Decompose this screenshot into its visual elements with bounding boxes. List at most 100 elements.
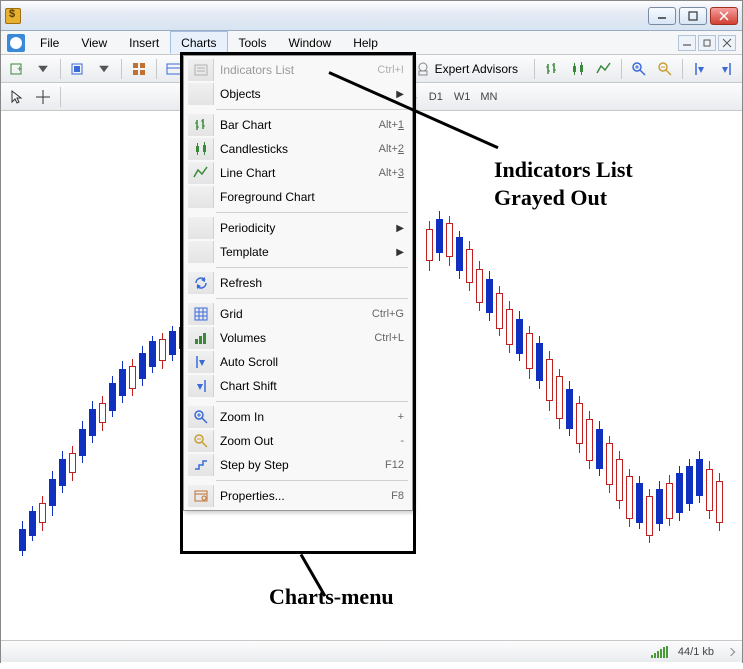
menu-charts[interactable]: Charts <box>170 31 227 54</box>
volumes-icon <box>188 327 214 349</box>
new-chart-button[interactable]: + <box>5 58 29 80</box>
menu-item-shortcut: F8 <box>391 490 404 502</box>
menu-item-label: Line Chart <box>220 166 379 180</box>
menu-item-label: Auto Scroll <box>220 355 404 369</box>
menu-item-auto-scroll[interactable]: Auto Scroll <box>186 350 410 374</box>
market-watch-button[interactable] <box>127 58 151 80</box>
bar-chart-icon <box>188 114 214 136</box>
candlesticks-button[interactable] <box>566 58 590 80</box>
menu-window[interactable]: Window <box>278 31 343 54</box>
menu-separator <box>216 480 408 481</box>
menu-item-shortcut: Ctrl+G <box>372 308 404 320</box>
menubar: FileViewInsertChartsToolsWindowHelp <box>1 31 742 55</box>
bar-chart-button[interactable] <box>540 58 564 80</box>
mdi-close-button[interactable] <box>718 35 736 51</box>
window-maximize-button[interactable] <box>679 7 707 25</box>
svg-text:+: + <box>17 64 22 74</box>
window-titlebar <box>1 1 742 31</box>
app-menu-icon[interactable] <box>7 34 25 52</box>
chartshift-button[interactable] <box>714 58 738 80</box>
menu-item-indicators-list: Indicators ListCtrl+I <box>186 58 410 82</box>
menu-separator <box>216 298 408 299</box>
menu-item-label: Zoom Out <box>220 434 400 448</box>
mdi-minimize-button[interactable] <box>678 35 696 51</box>
line-chart-button[interactable] <box>592 58 616 80</box>
submenu-arrow-icon: ▶ <box>396 223 404 234</box>
new-chart-dropdown[interactable] <box>31 58 55 80</box>
menu-item-candlesticks[interactable]: CandlesticksAlt+2 <box>186 137 410 161</box>
menu-item-label: Foreground Chart <box>220 190 404 204</box>
menu-file[interactable]: File <box>29 31 70 54</box>
crosshair-button[interactable] <box>31 86 55 108</box>
timeframe-mn[interactable]: MN <box>475 87 502 107</box>
menu-item-label: Candlesticks <box>220 142 379 156</box>
menu-tools[interactable]: Tools <box>228 31 278 54</box>
blank-icon <box>188 241 214 263</box>
menu-item-shortcut: Alt+2 <box>379 143 404 155</box>
zoom-in-button[interactable] <box>627 58 651 80</box>
refresh-icon <box>188 272 214 294</box>
timeframe-w1[interactable]: W1 <box>449 87 476 107</box>
zoom-out-button[interactable] <box>653 58 677 80</box>
window-close-button[interactable] <box>710 7 738 25</box>
candlesticks-icon <box>188 138 214 160</box>
menu-item-periodicity[interactable]: Periodicity ▶ <box>186 216 410 240</box>
menu-item-label: Volumes <box>220 331 374 345</box>
menu-separator <box>216 267 408 268</box>
zoom-in-icon <box>188 406 214 428</box>
menu-item-bar-chart[interactable]: Bar ChartAlt+1 <box>186 113 410 137</box>
blank-icon <box>188 83 214 105</box>
resize-grip-icon[interactable] <box>727 647 735 655</box>
submenu-arrow-icon: ▶ <box>396 89 404 100</box>
menu-item-zoom-in[interactable]: Zoom In+ <box>186 405 410 429</box>
timeframe-d1[interactable]: D1 <box>423 87 449 107</box>
menu-item-volumes[interactable]: VolumesCtrl+L <box>186 326 410 350</box>
app-icon <box>5 8 21 24</box>
menu-item-label: Periodicity <box>220 221 392 235</box>
menu-item-shortcut: Alt+3 <box>379 167 404 179</box>
menu-item-label: Objects <box>220 87 392 101</box>
statusbar: 44/1 kb <box>1 640 742 662</box>
window-minimize-button[interactable] <box>648 7 676 25</box>
menu-item-label: Bar Chart <box>220 118 379 132</box>
grid-icon <box>188 303 214 325</box>
menu-item-refresh[interactable]: Refresh <box>186 271 410 295</box>
blank-icon <box>188 217 214 239</box>
menu-item-label: Template <box>220 245 392 259</box>
menu-item-objects[interactable]: Objects ▶ <box>186 82 410 106</box>
menu-item-chart-shift[interactable]: Chart Shift <box>186 374 410 398</box>
menu-item-shortcut: Ctrl+I <box>377 64 404 76</box>
profiles-dropdown[interactable] <box>92 58 116 80</box>
menu-item-zoom-out[interactable]: Zoom Out- <box>186 429 410 453</box>
chartshift-icon <box>188 375 214 397</box>
menu-help[interactable]: Help <box>342 31 389 54</box>
menu-insert[interactable]: Insert <box>118 31 170 54</box>
menu-item-properties[interactable]: Properties...F8 <box>186 484 410 508</box>
mdi-restore-button[interactable] <box>698 35 716 51</box>
menu-item-line-chart[interactable]: Line ChartAlt+3 <box>186 161 410 185</box>
menu-item-label: Properties... <box>220 489 391 503</box>
line-chart-icon <box>188 162 214 184</box>
bandwidth-label: 44/1 kb <box>678 646 714 658</box>
menu-item-step-by-step[interactable]: Step by StepF12 <box>186 453 410 477</box>
autoscroll-icon <box>188 351 214 373</box>
expert-advisors-button[interactable]: Expert Advisors <box>408 58 529 80</box>
menu-item-template[interactable]: Template ▶ <box>186 240 410 264</box>
menu-item-foreground-chart[interactable]: Foreground Chart <box>186 185 410 209</box>
autoscroll-button[interactable] <box>688 58 712 80</box>
network-bars-icon <box>651 646 668 658</box>
cursor-button[interactable] <box>5 86 29 108</box>
menu-item-label: Refresh <box>220 276 404 290</box>
profiles-button[interactable] <box>66 58 90 80</box>
menu-view[interactable]: View <box>70 31 118 54</box>
menu-item-shortcut: - <box>400 435 404 447</box>
menu-item-shortcut: Ctrl+L <box>374 332 404 344</box>
menu-item-shortcut: F12 <box>385 459 404 471</box>
menu-item-label: Zoom In <box>220 410 398 424</box>
properties-icon <box>188 485 214 507</box>
menu-item-shortcut: + <box>398 411 404 423</box>
submenu-arrow-icon: ▶ <box>396 247 404 258</box>
zoom-out-icon <box>188 430 214 452</box>
menu-item-grid[interactable]: GridCtrl+G <box>186 302 410 326</box>
expert-advisors-label: Expert Advisors <box>435 62 518 76</box>
